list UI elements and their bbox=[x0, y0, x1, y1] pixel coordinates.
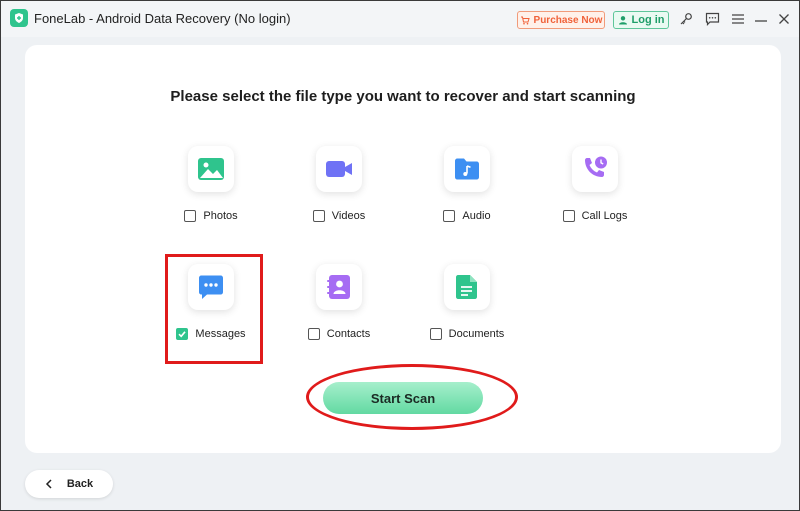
file-type-call-logs[interactable]: Call Logs bbox=[535, 146, 655, 236]
photos-checkbox[interactable] bbox=[184, 210, 197, 222]
documents-icon[interactable] bbox=[444, 264, 490, 310]
call-logs-icon[interactable] bbox=[572, 146, 618, 192]
cart-icon bbox=[520, 16, 530, 25]
back-button[interactable]: Back bbox=[25, 470, 113, 498]
app-logo-icon bbox=[10, 9, 28, 27]
chevron-left-icon bbox=[45, 479, 52, 489]
file-type-contacts[interactable]: Contacts bbox=[279, 264, 399, 354]
messages-highlight-box bbox=[165, 254, 263, 364]
documents-checkbox[interactable] bbox=[429, 328, 442, 340]
title-bar: FoneLab - Android Data Recovery (No logi… bbox=[1, 1, 799, 37]
page-title: Please select the file type you want to … bbox=[170, 88, 636, 105]
contacts-checkbox-row[interactable]: Contacts bbox=[279, 328, 399, 340]
audio-label: Audio bbox=[462, 210, 491, 222]
file-type-videos[interactable]: Videos bbox=[279, 146, 399, 236]
purchase-now-button[interactable]: Purchase Now bbox=[517, 11, 605, 29]
start-scan-highlight-ellipse bbox=[306, 364, 518, 430]
file-type-documents[interactable]: Documents bbox=[407, 264, 527, 354]
contacts-icon[interactable] bbox=[316, 264, 362, 310]
contacts-label: Contacts bbox=[326, 328, 371, 340]
minimize-icon[interactable] bbox=[753, 11, 769, 27]
documents-label: Documents bbox=[448, 328, 505, 340]
photos-label: Photos bbox=[203, 210, 238, 222]
videos-icon[interactable] bbox=[316, 146, 362, 192]
file-type-audio[interactable]: Audio bbox=[407, 146, 527, 236]
audio-icon[interactable] bbox=[444, 146, 490, 192]
audio-checkbox[interactable] bbox=[443, 210, 456, 222]
videos-checkbox-row[interactable]: Videos bbox=[279, 210, 399, 222]
key-icon[interactable] bbox=[678, 11, 694, 27]
audio-checkbox-row[interactable]: Audio bbox=[407, 210, 527, 222]
feedback-icon[interactable] bbox=[704, 11, 720, 27]
login-label: Log in bbox=[631, 14, 665, 26]
videos-checkbox[interactable] bbox=[312, 210, 325, 222]
login-button[interactable]: Log in bbox=[613, 11, 669, 29]
purchase-now-label: Purchase Now bbox=[533, 14, 603, 26]
call-logs-label: Call Logs bbox=[581, 210, 628, 222]
menu-icon[interactable] bbox=[730, 11, 746, 27]
documents-checkbox-row[interactable]: Documents bbox=[407, 328, 527, 340]
videos-label: Videos bbox=[331, 210, 366, 222]
call-logs-checkbox[interactable] bbox=[562, 210, 575, 222]
user-icon bbox=[618, 16, 627, 25]
file-type-photos[interactable]: Photos bbox=[151, 146, 271, 236]
close-icon[interactable] bbox=[776, 11, 792, 27]
photos-icon[interactable] bbox=[188, 146, 234, 192]
photos-checkbox-row[interactable]: Photos bbox=[151, 210, 271, 222]
contacts-checkbox[interactable] bbox=[307, 328, 320, 340]
window-title: FoneLab - Android Data Recovery (No logi… bbox=[34, 11, 291, 26]
app-window: FoneLab - Android Data Recovery (No logi… bbox=[0, 0, 800, 511]
call-logs-checkbox-row[interactable]: Call Logs bbox=[535, 210, 655, 222]
back-label: Back bbox=[66, 478, 94, 490]
